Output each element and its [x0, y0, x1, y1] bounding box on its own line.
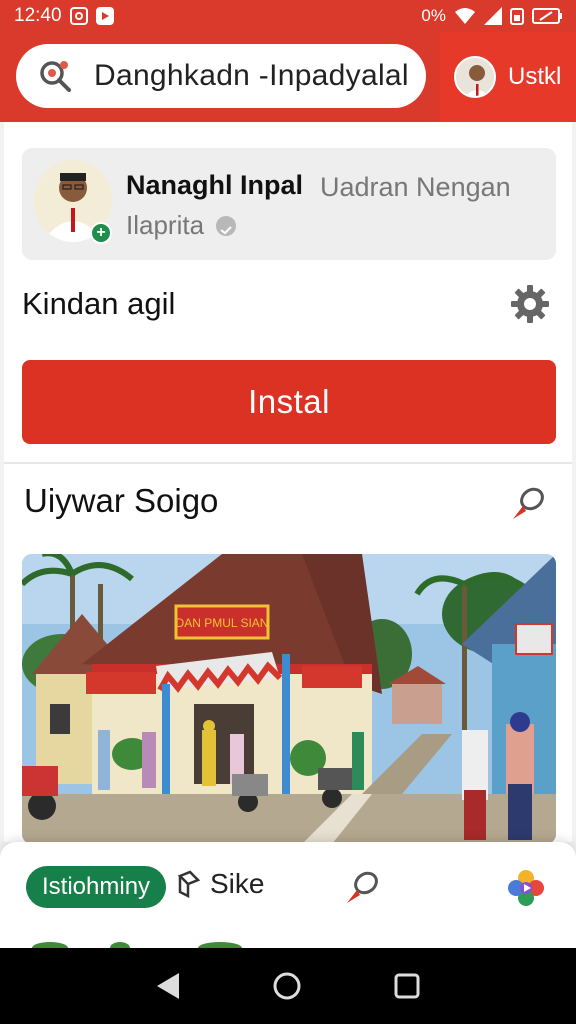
search-input[interactable]: Danghkadn -Inpadyalal: [94, 59, 409, 93]
header-user-name: Ustkl: [508, 63, 562, 90]
search-bar[interactable]: Danghkadn -Inpadyalal: [16, 44, 426, 108]
share-button[interactable]: Sike: [176, 868, 264, 900]
recents-icon[interactable]: [393, 972, 421, 1000]
avatar: [454, 56, 496, 98]
profile-detail: Ilaprita: [126, 210, 237, 241]
play-notification-icon: [95, 7, 114, 25]
app-logo-icon[interactable]: [506, 868, 546, 908]
system-nav-bar: [0, 948, 576, 1024]
status-chip[interactable]: Istiohminy: [26, 866, 167, 908]
verified-icon: [216, 215, 237, 236]
profile-card[interactable]: + Nanaghl Inpal Uadran Nengan Ilaprita: [22, 148, 556, 260]
status-bar: 12:40 0%: [0, 0, 576, 32]
profile-name: Nanaghl Inpal: [126, 170, 304, 200]
section-title: Uiywar Soigo: [24, 482, 219, 519]
status-time: 12:40: [14, 5, 62, 26]
settings-label: Kindan agil: [22, 286, 176, 321]
profile-subtitle: Uadran Nengan: [320, 172, 511, 202]
pin-icon[interactable]: [342, 868, 382, 908]
bottom-action-bar: Istiohminy Sike: [0, 842, 576, 948]
shop-sign-text: DAN PMUL SIAN: [176, 616, 269, 630]
wifi-icon: [455, 8, 475, 24]
app-header: Danghkadn -Inpadyalal Ustkl: [0, 32, 576, 122]
search-icon: [40, 61, 71, 92]
add-badge-icon: +: [90, 222, 112, 244]
pin-icon[interactable]: [508, 484, 548, 524]
settings-row[interactable]: Kindan agil: [22, 282, 556, 326]
camera-notification-icon: [69, 7, 88, 25]
gear-icon[interactable]: [510, 284, 550, 324]
profile-detail-text: Ilaprita: [126, 210, 205, 240]
signal-icon: [484, 7, 502, 25]
share-label: Sike: [210, 868, 265, 899]
post-photo[interactable]: DAN PMUL SIAN: [22, 554, 556, 844]
sim-icon: [510, 8, 524, 25]
battery-icon: [532, 8, 562, 24]
main-content: + Nanaghl Inpal Uadran Nengan Ilaprita K…: [4, 122, 572, 844]
header-user-button[interactable]: Ustkl: [440, 32, 576, 122]
content-peek: [32, 942, 242, 948]
back-icon[interactable]: [155, 971, 181, 1001]
divider: [4, 462, 572, 464]
install-button[interactable]: Instal: [22, 360, 556, 444]
home-icon[interactable]: [272, 971, 302, 1001]
share-icon: [177, 870, 201, 898]
battery-percent: 0%: [421, 6, 446, 25]
